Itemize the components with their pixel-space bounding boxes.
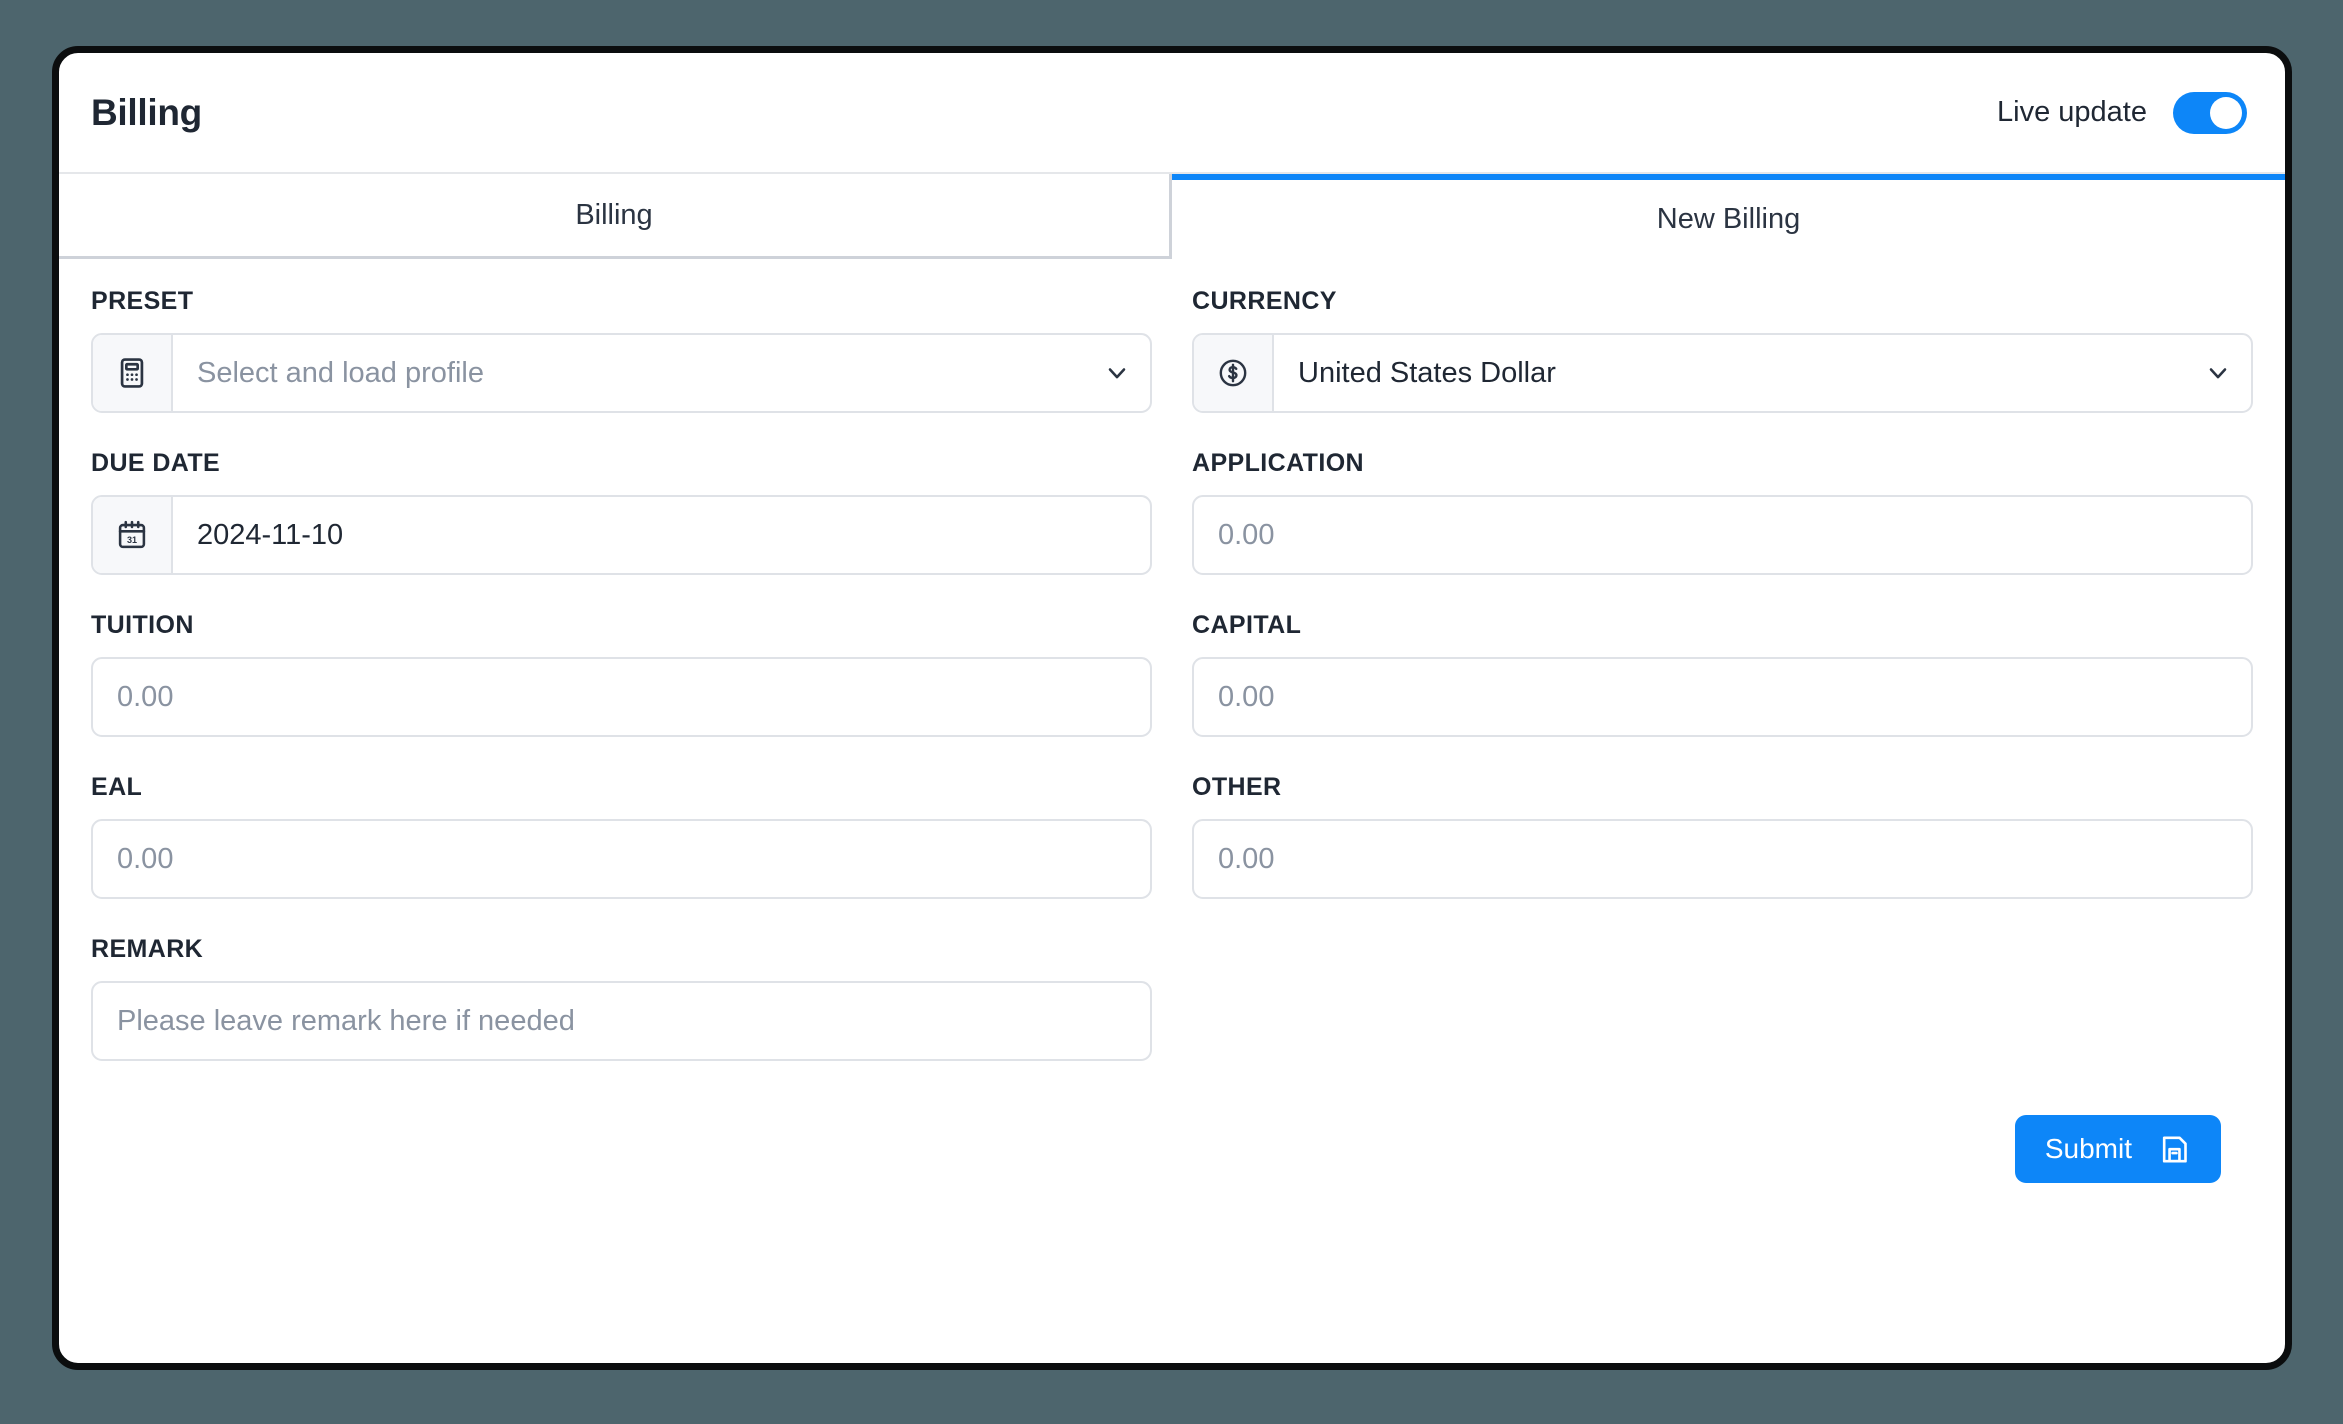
form-row-5: REMARK Please leave remark here if neede…: [91, 935, 2253, 1097]
tuition-input[interactable]: 0.00: [91, 657, 1152, 737]
capital-input[interactable]: 0.00: [1192, 657, 2253, 737]
capital-label: CAPITAL: [1192, 611, 1302, 639]
currency-select[interactable]: United States Dollar: [1192, 333, 2253, 413]
eal-value: 0.00: [117, 842, 174, 875]
card-header: Billing Live update: [59, 53, 2285, 174]
calculator-icon: [93, 335, 173, 411]
other-value: 0.00: [1218, 842, 1275, 875]
calendar-icon: 31: [93, 497, 173, 573]
tuition-label: TUITION: [91, 611, 194, 639]
tab-bar: Billing New Billing: [59, 174, 2285, 259]
tab-new-billing-label: New Billing: [1656, 203, 1801, 235]
form-row-1: PRESET Select and load profile CURRENCY …: [91, 287, 2253, 449]
field-remark: REMARK Please leave remark here if neede…: [91, 935, 1152, 1061]
preset-label: PRESET: [91, 287, 194, 315]
submit-button-label: Submit: [2044, 1133, 2132, 1164]
due-date-label: DUE DATE: [91, 449, 221, 477]
form-footer: Submit: [91, 1097, 2253, 1183]
field-tuition: TUITION 0.00: [91, 611, 1152, 737]
remark-input[interactable]: Please leave remark here if needed: [91, 981, 1152, 1061]
preset-select[interactable]: Select and load profile: [91, 333, 1152, 413]
billing-form: PRESET Select and load profile CURRENCY …: [59, 259, 2285, 1183]
chevron-down-icon: [2185, 335, 2251, 411]
field-due-date: DUE DATE 31 2024-11-10: [91, 449, 1152, 575]
form-row-2: DUE DATE 31 2024-11-10 APPLICATION 0.00: [91, 449, 2253, 611]
application-input[interactable]: 0.00: [1192, 495, 2253, 575]
live-update-label: Live update: [1997, 96, 2147, 128]
form-row-4: EAL 0.00 OTHER 0.00: [91, 773, 2253, 935]
svg-text:31: 31: [127, 535, 137, 545]
dollar-circle-icon: [1194, 335, 1274, 411]
capital-value: 0.00: [1218, 680, 1275, 713]
field-preset: PRESET Select and load profile: [91, 287, 1152, 413]
currency-label: CURRENCY: [1192, 287, 1337, 315]
chevron-down-icon: [1084, 335, 1150, 411]
tab-new-billing[interactable]: New Billing: [1172, 174, 2285, 259]
field-capital: CAPITAL 0.00: [1192, 611, 2253, 737]
field-eal: EAL 0.00: [91, 773, 1152, 899]
tab-billing-label: Billing: [575, 198, 653, 231]
application-value: 0.00: [1218, 518, 1275, 551]
form-row-3: TUITION 0.00 CAPITAL 0.00: [91, 611, 2253, 773]
save-icon: [2158, 1133, 2191, 1166]
live-update-toggle[interactable]: [2173, 91, 2247, 134]
live-update-control: Live update: [1997, 91, 2247, 134]
page-title: Billing: [91, 91, 202, 133]
other-label: OTHER: [1192, 773, 1282, 801]
due-date-input[interactable]: 31 2024-11-10: [91, 495, 1152, 575]
submit-button[interactable]: Submit: [2014, 1115, 2221, 1183]
due-date-value: 2024-11-10: [197, 518, 344, 551]
tuition-value: 0.00: [117, 680, 174, 713]
field-application: APPLICATION 0.00: [1192, 449, 2253, 575]
eal-input[interactable]: 0.00: [91, 819, 1152, 899]
other-input[interactable]: 0.00: [1192, 819, 2253, 899]
toggle-knob: [2210, 96, 2242, 129]
application-label: APPLICATION: [1192, 449, 1364, 477]
billing-card: Billing Live update Billing New Billing …: [52, 46, 2292, 1370]
currency-value: United States Dollar: [1298, 356, 1556, 389]
field-other: OTHER 0.00: [1192, 773, 2253, 899]
eal-label: EAL: [91, 773, 143, 801]
field-currency: CURRENCY United States Dollar: [1192, 287, 2253, 413]
remark-label: REMARK: [91, 935, 204, 963]
preset-value: Select and load profile: [197, 356, 484, 389]
remark-value: Please leave remark here if needed: [117, 1004, 575, 1037]
tab-billing[interactable]: Billing: [59, 174, 1172, 259]
